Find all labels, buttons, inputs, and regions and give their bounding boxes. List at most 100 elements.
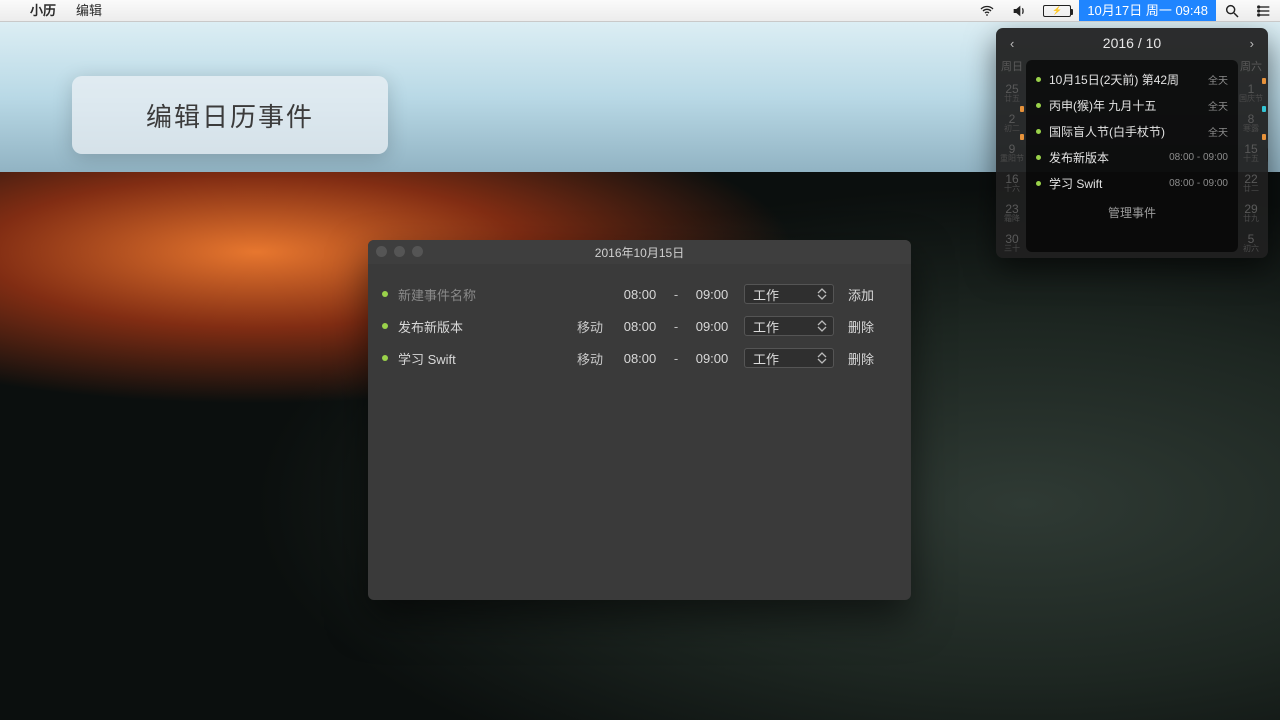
volume-icon[interactable]: [1003, 0, 1035, 21]
event-time: 全天: [1208, 72, 1228, 87]
time-dash: -: [672, 287, 680, 302]
menubar: 小历 编辑 ⚡ 10月17日 周一 09:48: [0, 0, 1280, 22]
move-button[interactable]: 移动: [572, 349, 608, 368]
event-item[interactable]: 国际盲人节(白手杖节) 全天: [1036, 118, 1228, 144]
day-sub: 三十: [1004, 245, 1020, 253]
event-text: 发布新版本: [1049, 149, 1161, 166]
event-time: 08:00 - 09:00: [1169, 152, 1228, 163]
end-time-input[interactable]: 09:00: [690, 319, 734, 334]
month-header: ‹ 2016 / 10 ›: [996, 28, 1268, 58]
popover-pointer-icon: [1267, 148, 1268, 162]
close-dot[interactable]: [376, 246, 387, 257]
start-time-input[interactable]: 08:00: [618, 351, 662, 366]
day-sub: 霜降: [1004, 215, 1020, 223]
day-sub: 初二: [1004, 125, 1020, 133]
event-text: 10月15日(2天前) 第42周: [1049, 71, 1200, 88]
day-sub: 初六: [1243, 245, 1259, 253]
calendar-popover: ‹ 2016 / 10 › 周日 25廿五 2初二 9重阳节 16十六 23霜降…: [996, 28, 1268, 258]
caption-text: 编辑日历事件: [146, 97, 314, 134]
stepper-icon: [817, 318, 829, 334]
event-list: 10月15日(2天前) 第42周 全天 丙申(猴)年 九月十五 全天 国际盲人节…: [1026, 60, 1238, 252]
event-tick-icon: [1262, 106, 1266, 112]
event-dot-icon: [1036, 77, 1041, 82]
add-button[interactable]: 添加: [844, 285, 878, 304]
caption-card: 编辑日历事件: [72, 76, 388, 154]
event-item[interactable]: 学习 Swift 08:00 - 09:00: [1036, 170, 1228, 196]
time-dash: -: [672, 351, 680, 366]
event-row: 学习 Swift 移动 08:00 - 09:00 工作 删除: [382, 342, 897, 374]
weekday-label: 周日: [1001, 62, 1023, 73]
event-name-input[interactable]: 学习 Swift: [398, 349, 562, 368]
event-dot-icon: [1036, 181, 1041, 186]
event-text: 国际盲人节(白手杖节): [1049, 123, 1200, 140]
popover-content: 周日 25廿五 2初二 9重阳节 16十六 23霜降 30三十 周六 1国庆节 …: [996, 58, 1268, 258]
next-month-button[interactable]: ›: [1246, 36, 1258, 51]
manage-events-button[interactable]: 管理事件: [1036, 196, 1228, 225]
day-sub: 十五: [1243, 155, 1259, 163]
category-select[interactable]: 工作: [744, 348, 834, 368]
weekday-label: 周六: [1240, 62, 1262, 73]
event-row: 发布新版本 移动 08:00 - 09:00 工作 删除: [382, 310, 897, 342]
category-select[interactable]: 工作: [744, 316, 834, 336]
event-dot-icon: [1036, 129, 1041, 134]
start-time-input[interactable]: 08:00: [618, 287, 662, 302]
stepper-icon: [817, 350, 829, 366]
traffic-lights[interactable]: [376, 246, 423, 257]
day-sub: 十六: [1004, 185, 1020, 193]
month-label: 2016 / 10: [1103, 35, 1161, 51]
category-value: 工作: [753, 317, 779, 336]
event-time: 08:00 - 09:00: [1169, 178, 1228, 189]
spotlight-icon[interactable]: [1216, 0, 1248, 21]
event-item[interactable]: 发布新版本 08:00 - 09:00: [1036, 144, 1228, 170]
event-dot-icon: [382, 355, 388, 361]
time-dash: -: [672, 319, 680, 334]
category-value: 工作: [753, 349, 779, 368]
event-text: 丙申(猴)年 九月十五: [1049, 97, 1200, 114]
event-item[interactable]: 10月15日(2天前) 第42周 全天: [1036, 66, 1228, 92]
desktop: 小历 编辑 ⚡ 10月17日 周一 09:48: [0, 0, 1280, 720]
app-name-menu[interactable]: 小历: [20, 0, 66, 22]
start-time-input[interactable]: 08:00: [618, 319, 662, 334]
edit-menu[interactable]: 编辑: [66, 0, 112, 22]
zoom-dot[interactable]: [412, 246, 423, 257]
end-time-input[interactable]: 09:00: [690, 351, 734, 366]
day-sub: 廿九: [1243, 215, 1259, 223]
day-sub: 廿二: [1243, 185, 1259, 193]
event-dot-icon: [382, 291, 388, 297]
category-value: 工作: [753, 285, 779, 304]
event-dot-icon: [382, 323, 388, 329]
weekday-col-left: 周日 25廿五 2初二 9重阳节 16十六 23霜降 30三十: [1000, 58, 1024, 258]
end-time-input[interactable]: 09:00: [690, 287, 734, 302]
minimize-dot[interactable]: [394, 246, 405, 257]
event-editor-window: 2016年10月15日 新建事件名称 08:00 - 09:00 工作 添加: [368, 240, 911, 600]
prev-month-button[interactable]: ‹: [1006, 36, 1018, 51]
notification-center-icon[interactable]: [1248, 0, 1280, 21]
editor-body: 新建事件名称 08:00 - 09:00 工作 添加 发布新版本 移动: [368, 264, 911, 374]
move-button[interactable]: 移动: [572, 317, 608, 336]
delete-button[interactable]: 删除: [844, 317, 878, 336]
event-time: 全天: [1208, 98, 1228, 113]
event-tick-icon: [1020, 106, 1024, 112]
event-time: 全天: [1208, 124, 1228, 139]
editor-titlebar[interactable]: 2016年10月15日: [368, 240, 911, 264]
event-tick-icon: [1262, 134, 1266, 140]
day-sub: 廿五: [1004, 95, 1020, 103]
event-row-new: 新建事件名称 08:00 - 09:00 工作 添加: [382, 278, 897, 310]
stepper-icon: [817, 286, 829, 302]
event-name-input[interactable]: 发布新版本: [398, 317, 562, 336]
menubar-clock[interactable]: 10月17日 周一 09:48: [1079, 0, 1216, 21]
event-tick-icon: [1262, 78, 1266, 84]
battery-icon[interactable]: ⚡: [1035, 0, 1079, 21]
event-name-input[interactable]: 新建事件名称: [398, 285, 562, 304]
wifi-icon[interactable]: [971, 0, 1003, 21]
event-item[interactable]: 丙申(猴)年 九月十五 全天: [1036, 92, 1228, 118]
event-dot-icon: [1036, 103, 1041, 108]
day-sub: 重阳节: [1000, 155, 1024, 163]
event-tick-icon: [1020, 134, 1024, 140]
day-sub: 寒露: [1243, 125, 1259, 133]
event-dot-icon: [1036, 155, 1041, 160]
category-select[interactable]: 工作: [744, 284, 834, 304]
delete-button[interactable]: 删除: [844, 349, 878, 368]
weekday-col-right: 周六 1国庆节 8寒露 15十五 22廿二 29廿九 5初六: [1238, 58, 1264, 258]
event-text: 学习 Swift: [1049, 175, 1161, 192]
